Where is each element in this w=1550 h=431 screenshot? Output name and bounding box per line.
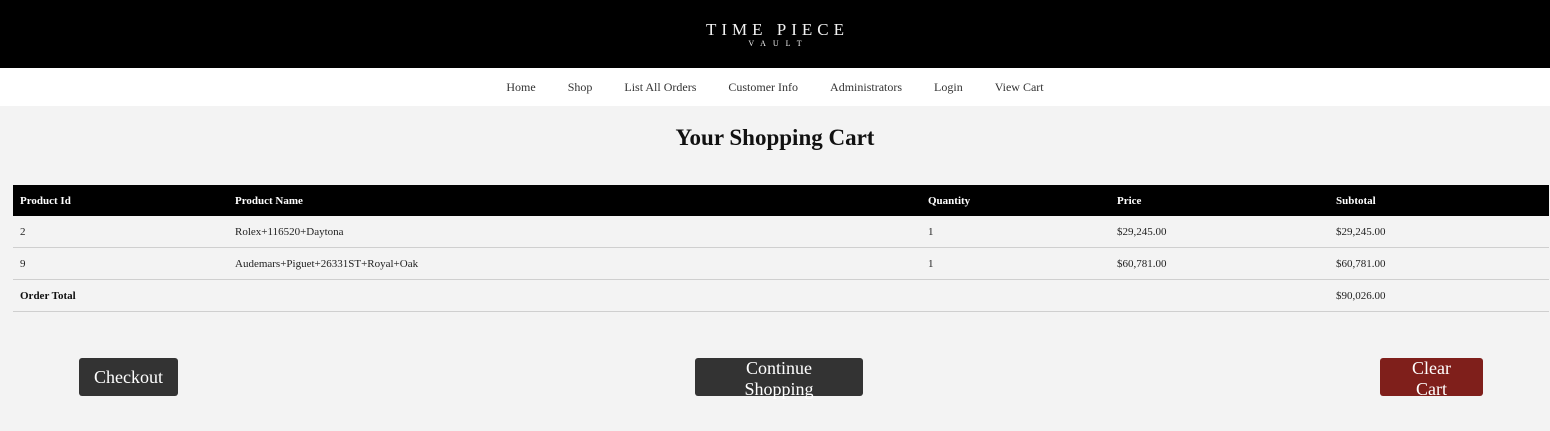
- nav-shop[interactable]: Shop: [568, 80, 593, 95]
- clear-cart-button[interactable]: Clear Cart: [1380, 358, 1483, 399]
- cart-table: Product Id Product Name Quantity Price S…: [13, 185, 1549, 312]
- cell-product-name: Audemars+Piguet+26331ST+Royal+Oak: [228, 247, 921, 280]
- cell-product-name: Rolex+116520+Daytona: [228, 216, 921, 248]
- cell-product-id: 2: [13, 216, 228, 248]
- empty-cell: [228, 279, 921, 312]
- nav-login[interactable]: Login: [934, 80, 963, 95]
- nav-administrators[interactable]: Administrators: [830, 80, 902, 95]
- cell-subtotal: $60,781.00: [1329, 247, 1549, 280]
- checkout-button[interactable]: Checkout: [79, 358, 178, 396]
- order-total-row: Order Total $90,026.00: [13, 279, 1549, 312]
- empty-cell: [921, 279, 1110, 312]
- logo-tagline: VAULT: [748, 39, 809, 48]
- cell-product-id: 9: [13, 247, 228, 280]
- table-row: 2 Rolex+116520+Daytona 1 $29,245.00 $29,…: [13, 216, 1549, 248]
- page-title: Your Shopping Cart: [675, 125, 875, 150]
- nav-home[interactable]: Home: [506, 80, 535, 95]
- cart-table-header-row: Product Id Product Name Quantity Price S…: [13, 185, 1549, 216]
- cell-price: $29,245.00: [1110, 216, 1329, 248]
- column-header-subtotal: Subtotal: [1329, 185, 1549, 216]
- column-header-product-id: Product Id: [13, 185, 228, 216]
- site-header: TIME PIECE VAULT: [0, 0, 1550, 68]
- main-nav: Home Shop List All Orders Customer Info …: [0, 68, 1550, 106]
- column-header-product-name: Product Name: [228, 185, 921, 216]
- column-header-price: Price: [1110, 185, 1329, 216]
- nav-view-cart[interactable]: View Cart: [995, 80, 1044, 95]
- continue-shopping-button[interactable]: Continue Shopping: [695, 358, 863, 399]
- nav-list-all-orders[interactable]: List All Orders: [624, 80, 696, 95]
- column-header-quantity: Quantity: [921, 185, 1110, 216]
- site-logo[interactable]: TIME PIECE VAULT: [701, 20, 849, 48]
- order-total-label: Order Total: [13, 279, 228, 312]
- cell-price: $60,781.00: [1110, 247, 1329, 280]
- cell-quantity: 1: [921, 247, 1110, 280]
- cell-quantity: 1: [921, 216, 1110, 248]
- table-row: 9 Audemars+Piguet+26331ST+Royal+Oak 1 $6…: [13, 247, 1549, 280]
- cell-subtotal: $29,245.00: [1329, 216, 1549, 248]
- logo-title: TIME PIECE: [705, 20, 850, 39]
- empty-cell: [1110, 279, 1329, 312]
- nav-customer-info[interactable]: Customer Info: [728, 80, 798, 95]
- order-total-value: $90,026.00: [1329, 279, 1549, 312]
